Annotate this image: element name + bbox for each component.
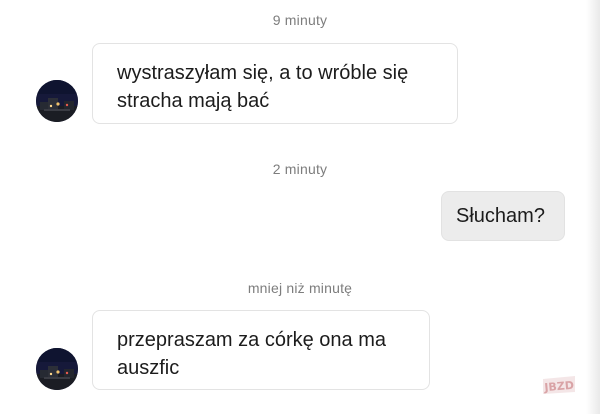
avatar-photo-icon [36,348,78,390]
chat-screen: 9 minuty wystraszyłam się, a to wróble s… [0,0,600,414]
screen-edge-shadow [586,0,600,414]
message-1-line-1: wystraszyłam się, a to wróble się [117,62,409,84]
message-2-line-1: Słucham? [456,205,545,227]
message-1-line-2: stracha mają bać [117,90,270,112]
message-bubble-2[interactable]: Słucham? [441,191,565,241]
contact-avatar[interactable] [36,80,78,122]
contact-avatar[interactable] [36,348,78,390]
message-bubble-3[interactable]: przepraszam za córkę ona ma auszfic [92,310,430,390]
message-3-line-2: auszfic [117,357,180,379]
svg-text:JBZD: JBZD [543,379,575,395]
timestamp-2: 2 minuty [272,161,328,177]
timestamp-3: mniej niż minutę [247,280,353,296]
avatar-photo-icon [36,80,78,122]
timestamp-1: 9 minuty [272,12,328,28]
jbzd-logo-icon: JBZD [543,376,575,395]
message-3-line-1: przepraszam za córkę ona ma [117,329,387,351]
message-bubble-1[interactable]: wystraszyłam się, a to wróble się strach… [92,43,458,124]
